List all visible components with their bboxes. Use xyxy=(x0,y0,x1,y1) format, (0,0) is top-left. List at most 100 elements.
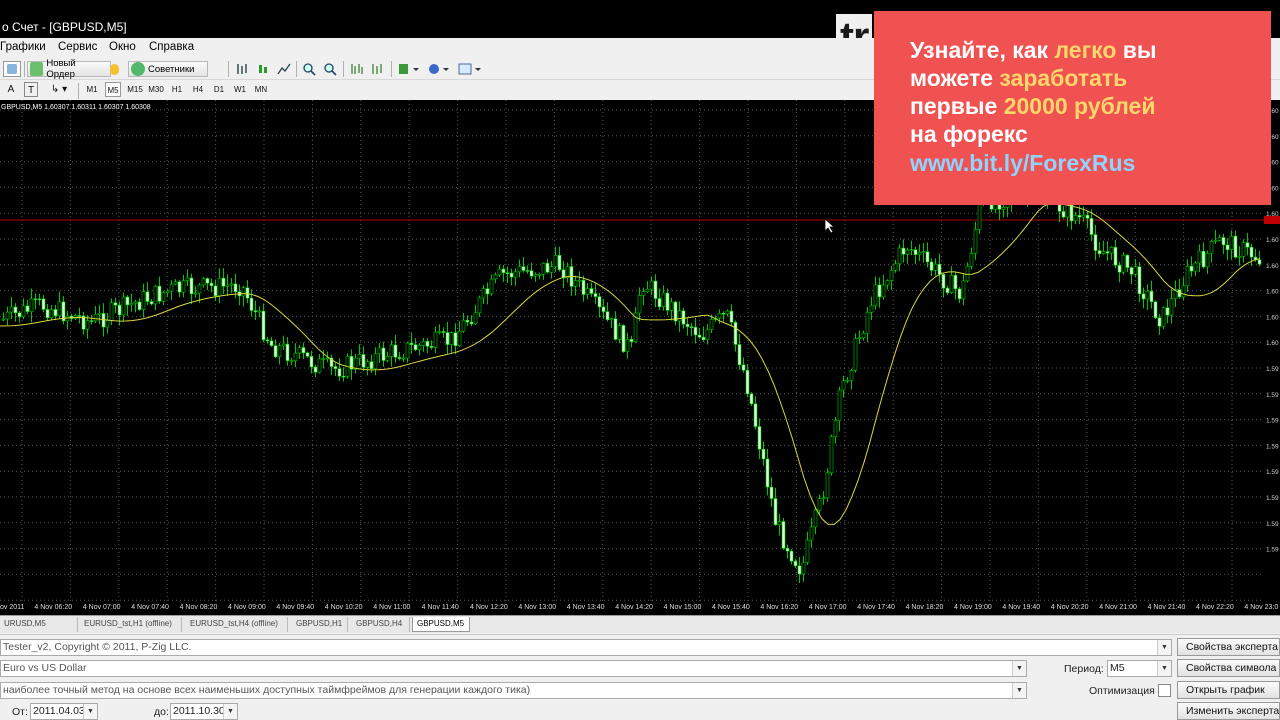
candle-body xyxy=(849,370,854,381)
model-select[interactable]: наиболее точный метод на основе всех наи… xyxy=(0,682,1027,699)
to-date-picker[interactable]: 2011.10.30 ▼ xyxy=(170,703,238,720)
arrows-dropdown-icon[interactable]: ↳ ▾ xyxy=(46,82,72,97)
candle-body xyxy=(193,292,198,295)
ask-price-marker xyxy=(1264,216,1280,224)
expert-advisors-button[interactable]: Советники xyxy=(128,61,208,77)
menu-window[interactable]: Окно xyxy=(109,41,136,53)
candle-body xyxy=(417,345,422,351)
time-label: 4 Nov 09:40 xyxy=(276,604,315,611)
candle-body xyxy=(729,310,734,323)
market-watch-icon[interactable] xyxy=(3,61,21,77)
symbol-select[interactable]: Euro vs US Dollar ▼ xyxy=(0,660,1027,677)
candle-body xyxy=(581,279,586,295)
line-chart-icon[interactable] xyxy=(276,61,292,77)
candle-body xyxy=(529,270,534,277)
candle-body xyxy=(169,283,174,292)
time-label: 4 Nov 06:20 xyxy=(34,604,73,611)
candle-body xyxy=(113,302,118,306)
periods-dropdown-icon[interactable] xyxy=(427,61,453,77)
timeframe-d1[interactable]: D1 xyxy=(212,82,226,97)
tab-eurusd-tst-h1[interactable]: EURUSD_tst,H1 (offline) xyxy=(80,617,182,632)
tab-gbpusd-h1[interactable]: GBPUSD,H1 xyxy=(292,617,348,632)
menu-charts[interactable]: Графики xyxy=(0,41,46,53)
promo-url-link[interactable]: www.bit.ly/ForexRus xyxy=(910,150,1135,177)
candle-body xyxy=(781,521,786,549)
time-label: 4 Nov 15:40 xyxy=(712,604,750,611)
chart-shift-icon[interactable] xyxy=(370,61,386,77)
metaeditor-icon[interactable] xyxy=(109,61,123,77)
promo-banner[interactable]: Узнайте, как легко вы можете заработать … xyxy=(874,11,1271,205)
candle-body xyxy=(177,281,182,293)
tab-eurusd-m5-visual[interactable]: URUSD,M5 (visual) xyxy=(0,617,78,642)
candle-body xyxy=(537,274,542,276)
candle-body xyxy=(389,344,394,357)
menu-help[interactable]: Справка xyxy=(149,41,194,53)
expert-advisors-icon xyxy=(131,62,145,76)
text-tool-icon[interactable]: A xyxy=(4,82,18,97)
timeframe-mn[interactable]: MN xyxy=(253,82,269,97)
indicators-dropdown-icon[interactable] xyxy=(397,61,423,77)
candle-body xyxy=(785,547,790,552)
candle-body xyxy=(1101,251,1106,255)
expert-advisors-label: Советники xyxy=(148,63,195,75)
timeframe-w1[interactable]: W1 xyxy=(233,82,247,97)
candle-body xyxy=(1193,262,1198,272)
from-date-picker[interactable]: 2011.04.03 ▼ xyxy=(30,703,98,720)
promo-text: Узнайте, как xyxy=(910,37,1055,63)
timeframe-h4[interactable]: H4 xyxy=(191,82,205,97)
tab-gbpusd-h4[interactable]: GBPUSD,H4 xyxy=(352,617,410,632)
candle-body xyxy=(293,352,298,361)
promo-highlight: легко xyxy=(1054,37,1117,63)
candle-body xyxy=(653,280,658,299)
time-label: 4 Nov 17:40 xyxy=(857,604,895,611)
candle-body xyxy=(1153,301,1158,318)
optimization-checkbox[interactable] xyxy=(1158,684,1171,697)
candle-body xyxy=(925,251,930,263)
candle-body xyxy=(157,285,162,302)
candle-body xyxy=(305,352,310,357)
candle-body xyxy=(5,311,10,320)
from-date-value: 2011.04.03 xyxy=(33,705,85,717)
timeframe-m30[interactable]: M30 xyxy=(147,82,165,97)
candle-body xyxy=(973,229,978,254)
candle-body xyxy=(853,338,858,371)
candle-body xyxy=(141,291,146,310)
candlestick-icon[interactable] xyxy=(255,61,271,77)
candle-body xyxy=(749,393,754,405)
promo-highlight: 20000 рублей xyxy=(1003,93,1156,119)
new-order-button[interactable]: Новый Ордер xyxy=(27,58,111,80)
time-label: 4 Nov 15:00 xyxy=(663,604,702,611)
timeframe-m1[interactable]: M1 xyxy=(84,82,100,97)
candle-body xyxy=(801,562,806,575)
candle-body xyxy=(553,255,558,267)
candle-body xyxy=(265,339,270,342)
promo-text: первые xyxy=(910,93,1004,119)
period-select[interactable]: M5 ▼ xyxy=(1107,660,1172,677)
time-label: 4 Nov 13:40 xyxy=(566,604,605,611)
bar-chart-icon[interactable] xyxy=(234,61,250,77)
timeframe-m15[interactable]: M15 xyxy=(126,82,144,97)
modify-expert-button[interactable]: Изменить эксперта xyxy=(1177,702,1280,720)
expert-select[interactable]: Tester_v2, Copyright © 2011, P-Zig LLC. ▼ xyxy=(0,639,1172,656)
symbol-properties-button[interactable]: Свойства символа xyxy=(1177,659,1280,677)
open-chart-button[interactable]: Открыть график xyxy=(1177,681,1280,699)
tab-eurusd-tst-h4[interactable]: EURUSD_tst,H4 (offline) xyxy=(186,617,288,632)
timeframe-h1[interactable]: H1 xyxy=(170,82,184,97)
candle-body xyxy=(909,249,914,251)
timeframe-m5[interactable]: M5 xyxy=(105,82,121,97)
time-label: 4 Nov 07:00 xyxy=(82,604,121,611)
candle-body xyxy=(457,330,462,346)
symbol-info: GBPUSD,M5 1.60307 1.60311 1.60307 1.6030… xyxy=(1,104,151,111)
candle-body xyxy=(521,266,526,271)
templates-dropdown-icon[interactable] xyxy=(457,61,485,77)
text-label-icon[interactable]: T xyxy=(24,82,38,97)
promo-line-3: первые 20000 рублей xyxy=(910,93,1155,120)
candle-body xyxy=(1245,242,1250,248)
tab-gbpusd-m5[interactable]: GBPUSD,M5 xyxy=(412,617,470,632)
candle-body xyxy=(469,321,474,325)
auto-scroll-icon[interactable] xyxy=(349,61,365,77)
expert-properties-button[interactable]: Свойства эксперта xyxy=(1177,638,1280,656)
zoom-out-icon[interactable] xyxy=(322,61,338,77)
zoom-in-icon[interactable] xyxy=(301,61,317,77)
menu-service[interactable]: Сервис xyxy=(58,41,97,53)
